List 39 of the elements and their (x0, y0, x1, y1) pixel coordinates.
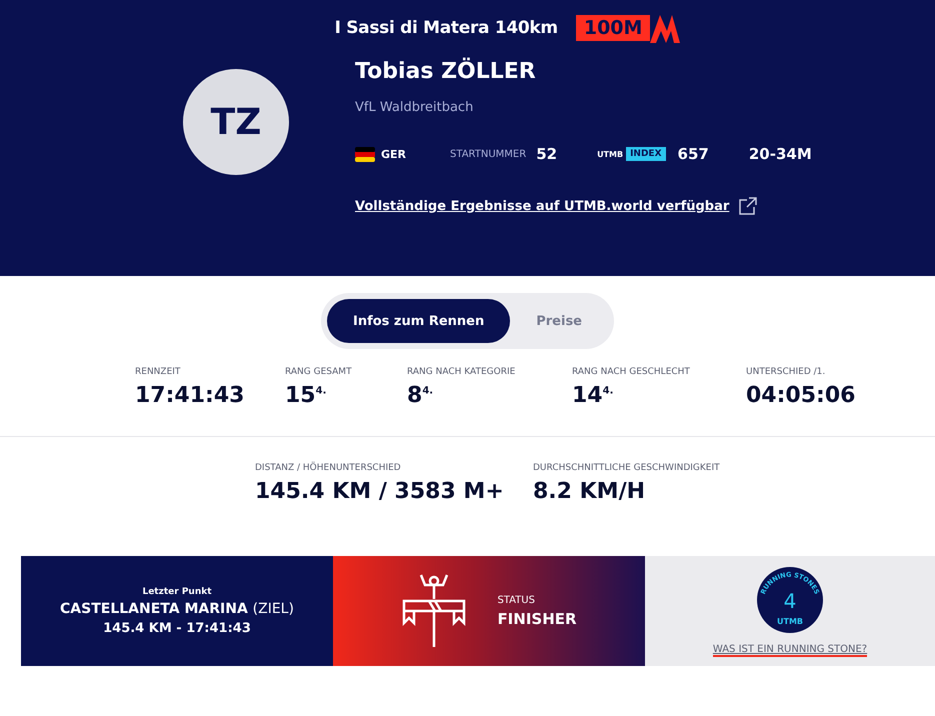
stat-value: 14$^{4.}$ (572, 383, 614, 408)
last-point-place: CASTELLANETA MARINA (ZIEL) (60, 600, 294, 616)
stat-label: DISTANZ / HÖHENUNTERSCHIED (255, 463, 402, 473)
stat-label: RANG NACH KATEGORIE (407, 367, 516, 377)
last-point-detail: 145.4 KM - 17:41:43 (103, 620, 251, 636)
tab[interactable]: Infos zum Rennen (326, 299, 510, 343)
results-link[interactable]: Vollständige Ergebnisse auf UTMB.world verfügbar (355, 198, 730, 214)
stat-value: 8$^{4.}$ (407, 383, 434, 408)
index-value: 657 (678, 145, 709, 163)
stat-value: 04:05:06 (746, 383, 856, 408)
external-link-icon (739, 197, 758, 215)
age-category: 20-34M (748, 145, 812, 163)
index-tag: INDEX (626, 147, 666, 161)
stat-label: RANG GESAMT (285, 367, 353, 377)
club-name: VfL Waldbreitbach (355, 100, 474, 115)
stat-value: 145.4 KM / 3583 M+ (255, 479, 505, 504)
stat-label: RANG NACH GESCHLECHT (572, 367, 691, 377)
bib-number: 52 (536, 145, 558, 163)
stat-label: DURCHSCHNITTLICHE GESCHWINDIGKEIT (533, 463, 721, 473)
race-title: I Sassi di Matera 140km (334, 18, 558, 38)
bib-label: STARTNUMMER (450, 148, 526, 160)
status-label: STATUS (497, 594, 536, 606)
avatar: TZ (183, 69, 289, 175)
stat-value: 17:41:43 (135, 383, 246, 408)
status-value: FINISHER (497, 610, 577, 628)
index-brand: UTMB (597, 150, 624, 158)
stat-value: 15$^{4.}$ (285, 383, 328, 408)
finish-line-icon (401, 573, 468, 649)
stat-label: RENNZEIT (135, 367, 182, 377)
last-point-label: Letzter Punkt (142, 586, 212, 596)
country-code: GER (381, 148, 406, 160)
flag-icon (355, 146, 375, 162)
stat-label: UNTERSCHIED /1. (746, 367, 826, 377)
running-stone-link[interactable]: WAS IST EIN RUNNING STONE? (712, 644, 868, 656)
logo-icon (650, 13, 680, 43)
distance-badge: 100M (576, 15, 650, 41)
stat-value: 8.2 KM/H (533, 479, 646, 504)
tab[interactable]: Preise (510, 299, 608, 343)
runner-name: Tobias ZÖLLER (355, 59, 537, 84)
